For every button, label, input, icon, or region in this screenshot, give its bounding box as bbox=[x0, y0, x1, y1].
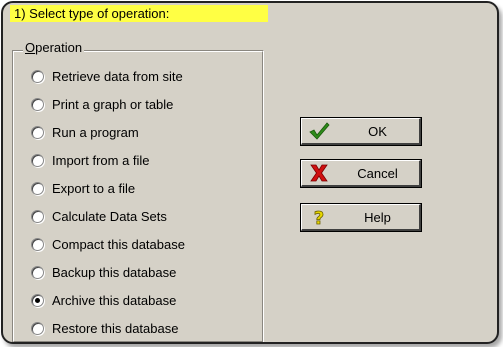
checkmark-icon bbox=[308, 121, 330, 141]
radio-label: Print a graph or table bbox=[52, 96, 174, 112]
radio-compact-database[interactable]: Compact this database bbox=[31, 234, 185, 254]
radio-import-file[interactable]: Import from a file bbox=[31, 150, 150, 170]
radio-label: Restore this database bbox=[52, 320, 179, 336]
radio-print-graph[interactable]: Print a graph or table bbox=[31, 94, 173, 114]
radio-calculate-data-sets[interactable]: Calculate Data Sets bbox=[31, 206, 167, 226]
radio-label: Calculate Data Sets bbox=[52, 208, 167, 224]
question-mark-icon: ? bbox=[308, 207, 330, 227]
radio-button[interactable] bbox=[31, 293, 44, 307]
radio-export-file[interactable]: Export to a file bbox=[31, 178, 135, 198]
radio-button[interactable] bbox=[31, 69, 44, 83]
operation-dialog: 1) Select type of operation: Operation R… bbox=[1, 1, 499, 344]
radio-label: Import from a file bbox=[52, 152, 150, 168]
radio-label: Compact this database bbox=[52, 236, 185, 252]
cancel-label: Cancel bbox=[357, 165, 398, 181]
operation-group-label: Operation bbox=[23, 40, 85, 56]
radio-restore-database[interactable]: Restore this database bbox=[31, 318, 178, 338]
radio-button[interactable] bbox=[31, 209, 44, 223]
ok-button[interactable]: OK bbox=[300, 117, 422, 146]
radio-label: Run a program bbox=[52, 124, 139, 140]
radio-button[interactable] bbox=[31, 97, 44, 111]
step-title: 1) Select type of operation: bbox=[10, 5, 268, 22]
svg-text:?: ? bbox=[314, 208, 324, 227]
radio-label: Retrieve data from site bbox=[52, 68, 183, 84]
red-x-icon bbox=[308, 163, 330, 183]
radio-button[interactable] bbox=[31, 237, 44, 251]
ok-label: OK bbox=[368, 123, 387, 139]
radio-label: Archive this database bbox=[52, 292, 177, 308]
cancel-button[interactable]: Cancel bbox=[300, 159, 422, 188]
radio-run-program[interactable]: Run a program bbox=[31, 122, 139, 142]
radio-retrieve-data[interactable]: Retrieve data from site bbox=[31, 66, 183, 86]
radio-label: Export to a file bbox=[52, 180, 136, 196]
radio-button[interactable] bbox=[31, 181, 44, 195]
help-button[interactable]: ? Help bbox=[300, 203, 422, 232]
radio-label: Backup this database bbox=[52, 264, 177, 280]
radio-button[interactable] bbox=[31, 125, 44, 139]
radio-button[interactable] bbox=[31, 321, 44, 335]
help-label: Help bbox=[364, 209, 391, 225]
radio-archive-database[interactable]: Archive this database bbox=[31, 290, 176, 310]
radio-button[interactable] bbox=[31, 153, 44, 167]
radio-button[interactable] bbox=[31, 265, 44, 279]
radio-backup-database[interactable]: Backup this database bbox=[31, 262, 176, 282]
